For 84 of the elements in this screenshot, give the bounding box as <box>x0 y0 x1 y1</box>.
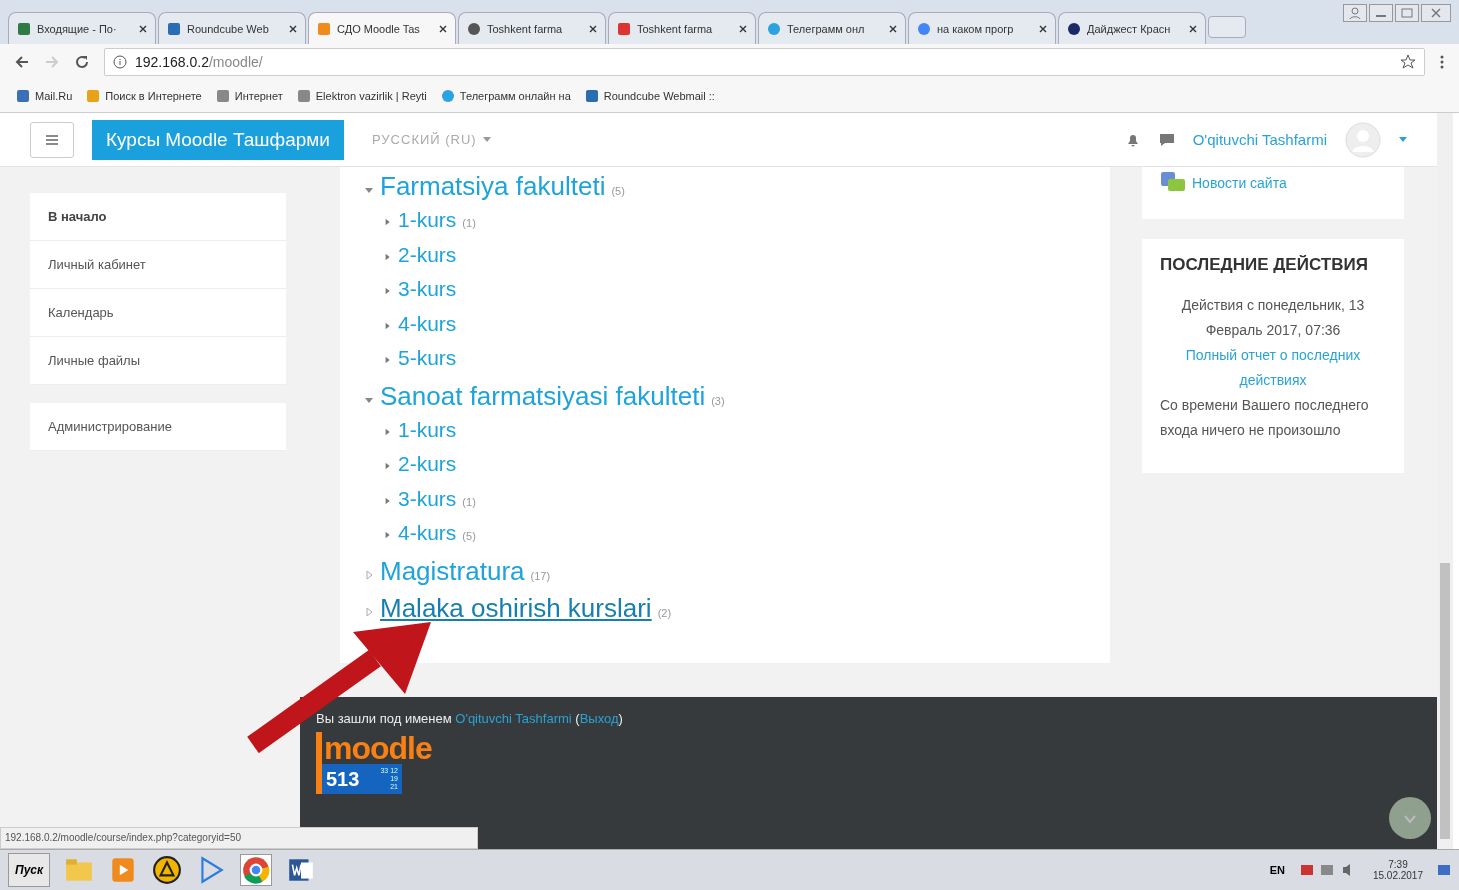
user-link[interactable]: O'qituvchi Tashfarmi <box>455 711 572 726</box>
start-button[interactable]: Пуск <box>8 853 51 887</box>
menu-icon[interactable] <box>1439 54 1445 70</box>
browser-tab[interactable]: Toshkent farma <box>458 12 606 44</box>
expanded-icon[interactable] <box>364 185 374 195</box>
close-icon[interactable] <box>1039 24 1047 33</box>
language-indicator[interactable]: EN <box>1269 864 1285 876</box>
favicon-icon <box>440 89 455 103</box>
caret-icon[interactable] <box>1399 137 1407 142</box>
bookmark-link[interactable]: Elektron vazirlik | Reyti <box>296 89 427 103</box>
course-count: (3) <box>711 394 725 407</box>
close-icon[interactable] <box>739 24 747 33</box>
favicon-icon <box>467 21 481 36</box>
browser-tab[interactable]: СДО Moodle Tas <box>308 12 456 44</box>
category-link[interactable]: Malaka oshirish kurslari <box>380 592 652 624</box>
login-info: Вы зашли под именем O'qituvchi Tashfarmi (Выход) <box>316 711 624 726</box>
collapsed-icon[interactable] <box>384 217 392 227</box>
favicon-icon <box>617 21 631 36</box>
course-count: (1) <box>462 217 476 229</box>
favicon-icon <box>767 21 781 36</box>
no-activity-text: Со времени Вашего последнего входа ничего не произошло <box>1160 396 1370 440</box>
favicon-icon <box>167 21 181 36</box>
collapsed-icon[interactable] <box>384 286 392 296</box>
warning-icon[interactable] <box>152 855 183 885</box>
nav-item[interactable]: Личный кабинет <box>30 241 286 289</box>
logout-link[interactable]: Выход <box>579 711 619 726</box>
nav-item[interactable]: В начало <box>30 193 286 241</box>
chrome-icon[interactable] <box>240 854 273 886</box>
bookmark-link[interactable]: Mail.Ru <box>16 89 73 103</box>
browser-tab[interactable]: Toshkent farma <box>608 12 756 44</box>
info-icon <box>113 55 127 69</box>
reload-icon[interactable] <box>74 54 90 70</box>
status-url: 192.168.0.2/moodle/course/index.php?categoryid=50 <box>0 827 478 849</box>
nav-item[interactable]: Администрирование <box>30 403 286 451</box>
nav-item[interactable]: Календарь <box>30 289 286 337</box>
course-count: (5) <box>462 530 476 542</box>
favicon-icon <box>17 21 31 36</box>
chat-icon[interactable] <box>1158 131 1175 148</box>
favicon-icon <box>86 89 101 103</box>
collapsed-icon[interactable] <box>384 355 392 365</box>
favicon-icon <box>296 89 311 103</box>
bookmark-link[interactable]: Roundcube Webmail :: <box>584 89 715 103</box>
minimize-icon[interactable] <box>1369 4 1393 22</box>
favicon-icon <box>215 89 230 103</box>
back-to-top-button[interactable] <box>1389 797 1431 839</box>
course-count: (17) <box>530 569 551 582</box>
close-icon[interactable] <box>589 24 597 33</box>
block-title: ПОСЛЕДНИЕ ДЕЙСТВИЯ <box>1160 255 1369 275</box>
browser-tab[interactable]: на каком прогр <box>908 12 1056 44</box>
star-icon[interactable] <box>1400 54 1416 70</box>
caret-icon <box>482 137 491 142</box>
favicon-icon <box>584 89 599 103</box>
menu-button[interactable] <box>30 121 74 158</box>
close-icon[interactable] <box>439 24 447 33</box>
close-icon[interactable] <box>889 24 897 33</box>
scrollbar[interactable] <box>1437 113 1453 849</box>
favicon-icon <box>16 89 30 103</box>
bookmark-link[interactable]: Телеграмм онлайн на <box>440 89 571 103</box>
collapsed-icon[interactable] <box>384 530 392 540</box>
close-icon[interactable] <box>139 24 147 33</box>
menu-icon <box>46 134 58 145</box>
clock[interactable]: 7:39 15.02.2017 <box>1372 859 1423 881</box>
close-icon[interactable] <box>289 24 297 33</box>
browser-tab[interactable]: Roundcube Web <box>158 12 306 44</box>
course-count: (2) <box>657 606 672 619</box>
favicon-icon <box>1067 21 1081 36</box>
back-icon[interactable] <box>14 54 30 70</box>
bookmark-link[interactable]: Поиск в Интернете <box>86 89 202 103</box>
browser-tab[interactable]: Телеграмм онл <box>758 12 906 44</box>
favicon-icon <box>317 21 331 36</box>
show-desktop-icon[interactable] <box>1437 863 1451 877</box>
favicon-icon <box>917 21 931 36</box>
course-count: (1) <box>462 495 476 508</box>
activity-since: Действия с понедельник, 13 Февраль 2017, 07:36 <box>1180 296 1366 340</box>
close-icon[interactable] <box>1189 24 1197 33</box>
user-icon[interactable] <box>1343 4 1367 22</box>
maximize-icon[interactable] <box>1395 4 1419 22</box>
collapsed-icon[interactable] <box>384 461 392 471</box>
browser-tab[interactable]: Входящие - По· <box>8 12 156 44</box>
browser-tab[interactable]: Дайджест Красн <box>1058 12 1206 44</box>
address-field[interactable]: 192.168.0.2/moodle/ <box>104 48 1425 76</box>
course-count: (5) <box>611 185 625 197</box>
bookmark-link[interactable]: Интернет <box>215 89 283 103</box>
nav-item[interactable]: Личные файлы <box>30 337 286 385</box>
